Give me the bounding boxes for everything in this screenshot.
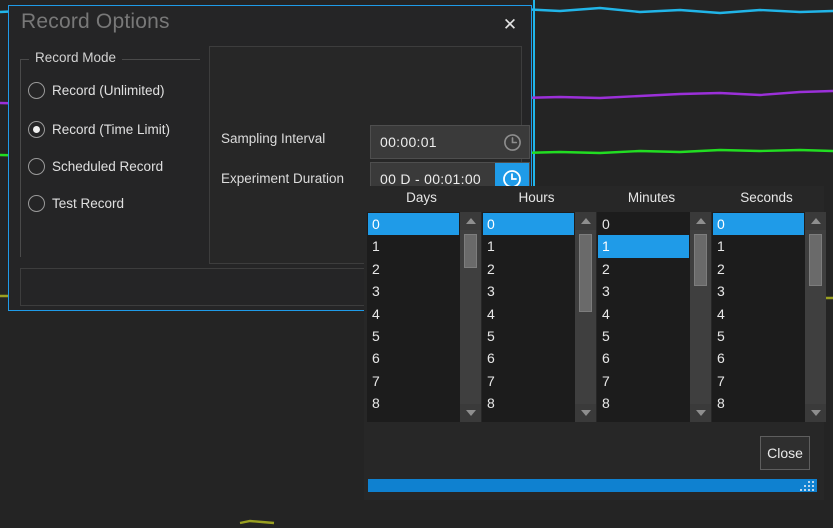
scroll-down-icon[interactable] xyxy=(690,404,711,422)
close-button[interactable]: Close xyxy=(760,436,810,470)
list-item[interactable]: 8 xyxy=(713,392,804,414)
list-item[interactable]: 7 xyxy=(598,370,689,392)
list-item[interactable]: 9 xyxy=(368,415,459,421)
sampling-interval-label: Sampling Interval xyxy=(221,131,326,146)
experiment-duration-value: 00 D - 00:01:00 xyxy=(380,171,482,187)
list-item[interactable]: 8 xyxy=(368,392,459,414)
seconds-list[interactable]: 0123456789 xyxy=(712,212,805,422)
list-item[interactable]: 5 xyxy=(368,325,459,347)
list-item[interactable]: 1 xyxy=(598,235,689,258)
column-header-seconds: Seconds xyxy=(740,190,793,205)
record-mode-groupbox: Record Mode Record (Unlimited) Record (T… xyxy=(20,50,200,257)
column-header-days: Days xyxy=(406,190,437,205)
page-title: Record Options xyxy=(21,10,170,33)
list-item[interactable]: 7 xyxy=(368,370,459,392)
list-item[interactable]: 0 xyxy=(368,213,459,236)
scrollbar-thumb[interactable] xyxy=(464,234,477,268)
list-item[interactable]: 7 xyxy=(713,370,804,392)
list-item[interactable]: 9 xyxy=(598,415,689,421)
list-item[interactable]: 1 xyxy=(713,235,804,257)
radio-record-time-limit[interactable]: Record (Time Limit) xyxy=(28,121,170,138)
hours-scrollbar[interactable] xyxy=(575,212,596,422)
scrollbar-thumb[interactable] xyxy=(579,234,592,312)
list-item[interactable]: 3 xyxy=(483,280,574,302)
status-bar xyxy=(368,479,817,492)
radio-label: Test Record xyxy=(52,196,125,211)
list-item[interactable]: 6 xyxy=(368,347,459,369)
list-item[interactable]: 6 xyxy=(483,347,574,369)
scroll-down-icon[interactable] xyxy=(575,404,596,422)
sampling-interval-value: 00:00:01 xyxy=(380,134,437,150)
scroll-up-icon[interactable] xyxy=(575,212,596,230)
scroll-down-icon[interactable] xyxy=(460,404,481,422)
list-item[interactable]: 2 xyxy=(598,258,689,280)
days-scrollbar[interactable] xyxy=(460,212,481,422)
list-item[interactable]: 2 xyxy=(483,258,574,280)
radio-indicator xyxy=(28,82,45,99)
list-item[interactable]: 3 xyxy=(713,280,804,302)
minutes-scrollbar[interactable] xyxy=(690,212,711,422)
hours-list[interactable]: 0123456789 xyxy=(482,212,575,422)
record-mode-legend: Record Mode xyxy=(29,50,123,65)
column-header-hours: Hours xyxy=(518,190,555,205)
list-item[interactable]: 4 xyxy=(713,303,804,325)
resize-grip-icon[interactable] xyxy=(800,481,814,491)
seconds-scrollbar[interactable] xyxy=(805,212,826,422)
list-item[interactable]: 6 xyxy=(713,347,804,369)
scrollbar-thumb[interactable] xyxy=(809,234,822,286)
list-item[interactable]: 2 xyxy=(713,258,804,280)
clock-icon[interactable] xyxy=(495,126,529,158)
time-picker-popup: Days 0123456789 Hours 0123456789 Minutes… xyxy=(364,186,826,500)
radio-scheduled-record[interactable]: Scheduled Record xyxy=(28,158,163,175)
radio-label: Record (Time Limit) xyxy=(52,122,171,137)
radio-label: Scheduled Record xyxy=(52,159,164,174)
scroll-down-icon[interactable] xyxy=(805,404,826,422)
scrollbar-thumb[interactable] xyxy=(694,234,707,286)
list-item[interactable]: 0 xyxy=(713,213,804,236)
list-item[interactable]: 3 xyxy=(368,280,459,302)
list-item[interactable]: 2 xyxy=(368,258,459,280)
dialog-titlebar: Record Options ✕ xyxy=(9,6,531,42)
list-item[interactable]: 4 xyxy=(483,303,574,325)
radio-label: Record (Unlimited) xyxy=(52,83,165,98)
radio-indicator xyxy=(28,158,45,175)
list-item[interactable]: 1 xyxy=(483,235,574,257)
radio-indicator xyxy=(28,195,45,212)
list-item[interactable]: 0 xyxy=(598,213,689,235)
minutes-list[interactable]: 0123456789 xyxy=(597,212,690,422)
scroll-up-icon[interactable] xyxy=(805,212,826,230)
groupbox-border-left xyxy=(20,59,21,257)
scroll-up-icon[interactable] xyxy=(690,212,711,230)
experiment-duration-label: Experiment Duration xyxy=(221,171,345,186)
list-item[interactable]: 4 xyxy=(368,303,459,325)
list-item[interactable]: 4 xyxy=(598,303,689,325)
radio-record-unlimited[interactable]: Record (Unlimited) xyxy=(28,82,165,99)
list-item[interactable]: 3 xyxy=(598,280,689,302)
column-header-minutes: Minutes xyxy=(627,190,676,205)
scroll-up-icon[interactable] xyxy=(460,212,481,230)
list-item[interactable]: 7 xyxy=(483,370,574,392)
days-list[interactable]: 0123456789 xyxy=(367,212,460,422)
list-item[interactable]: 8 xyxy=(483,392,574,414)
close-icon[interactable]: ✕ xyxy=(499,14,521,36)
list-item[interactable]: 9 xyxy=(713,415,804,421)
list-item[interactable]: 5 xyxy=(598,325,689,347)
sampling-interval-field[interactable]: 00:00:01 xyxy=(370,125,530,159)
radio-indicator-selected xyxy=(28,121,45,138)
list-item[interactable]: 8 xyxy=(598,392,689,414)
list-item[interactable]: 5 xyxy=(483,325,574,347)
list-item[interactable]: 6 xyxy=(598,347,689,369)
radio-test-record[interactable]: Test Record xyxy=(28,195,124,212)
list-item[interactable]: 9 xyxy=(483,415,574,421)
list-item[interactable]: 0 xyxy=(483,213,574,236)
list-item[interactable]: 5 xyxy=(713,325,804,347)
list-item[interactable]: 1 xyxy=(368,235,459,257)
